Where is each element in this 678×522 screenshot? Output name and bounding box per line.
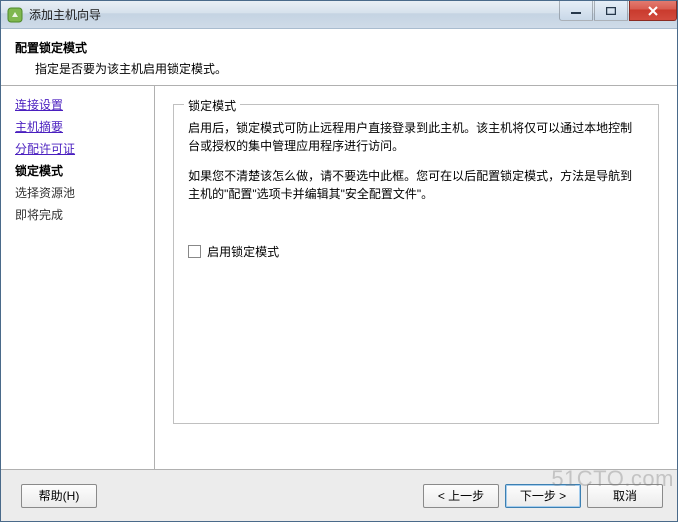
app-icon bbox=[7, 7, 23, 23]
back-button[interactable]: < 上一步 bbox=[423, 484, 499, 508]
wizard-steps-sidebar: 连接设置 主机摘要 分配许可证 锁定模式 选择资源池 即将完成 bbox=[1, 86, 155, 469]
titlebar: 添加主机向导 bbox=[1, 1, 677, 29]
window-title: 添加主机向导 bbox=[29, 6, 101, 23]
wizard-window: 添加主机向导 配置锁定模式 指定是否要为该主机启用锁定模式。 连接设置 主机摘要… bbox=[0, 0, 678, 522]
wizard-header: 配置锁定模式 指定是否要为该主机启用锁定模式。 bbox=[1, 29, 677, 86]
sidebar-step-label: 选择资源池 bbox=[15, 186, 75, 200]
window-controls bbox=[559, 1, 677, 28]
sidebar-step-license[interactable]: 分配许可证 bbox=[15, 140, 144, 158]
groupbox-legend: 锁定模式 bbox=[184, 97, 240, 114]
enable-lockdown-row[interactable]: 启用锁定模式 bbox=[188, 243, 644, 260]
wizard-footer: 帮助(H) < 上一步 下一步 > 取消 bbox=[1, 469, 677, 521]
wizard-body: 连接设置 主机摘要 分配许可证 锁定模式 选择资源池 即将完成 锁定模式 启用后… bbox=[1, 86, 677, 469]
help-button-label: 帮助(H) bbox=[39, 487, 80, 504]
sidebar-step-summary[interactable]: 主机摘要 bbox=[15, 118, 144, 136]
sidebar-step-link[interactable]: 连接设置 bbox=[15, 98, 63, 112]
minimize-icon bbox=[571, 7, 581, 15]
back-button-label: < 上一步 bbox=[438, 487, 484, 504]
sidebar-step-link[interactable]: 分配许可证 bbox=[15, 142, 75, 156]
lockdown-groupbox: 锁定模式 启用后，锁定模式可防止远程用户直接登录到此主机。该主机将仅可以通过本地… bbox=[173, 104, 659, 424]
sidebar-step-label: 即将完成 bbox=[15, 208, 63, 222]
sidebar-step-connection[interactable]: 连接设置 bbox=[15, 96, 144, 114]
sidebar-step-link[interactable]: 主机摘要 bbox=[15, 120, 63, 134]
close-icon bbox=[647, 6, 659, 16]
sidebar-step-label: 锁定模式 bbox=[15, 164, 63, 178]
page-title: 配置锁定模式 bbox=[15, 39, 663, 56]
minimize-button[interactable] bbox=[559, 1, 593, 21]
lockdown-description-1: 启用后，锁定模式可防止远程用户直接登录到此主机。该主机将仅可以通过本地控制台或授… bbox=[188, 119, 644, 155]
cancel-button[interactable]: 取消 bbox=[587, 484, 663, 508]
next-button-label: 下一步 > bbox=[520, 487, 566, 504]
enable-lockdown-label: 启用锁定模式 bbox=[207, 243, 279, 260]
sidebar-step-finish: 即将完成 bbox=[15, 206, 144, 224]
wizard-content: 锁定模式 启用后，锁定模式可防止远程用户直接登录到此主机。该主机将仅可以通过本地… bbox=[155, 86, 677, 469]
sidebar-step-resourcepool: 选择资源池 bbox=[15, 184, 144, 202]
maximize-icon bbox=[606, 7, 616, 15]
lockdown-description-2: 如果您不清楚该怎么做，请不要选中此框。您可在以后配置锁定模式，方法是导航到主机的… bbox=[188, 167, 644, 203]
maximize-button[interactable] bbox=[594, 1, 628, 21]
sidebar-step-lockdown: 锁定模式 bbox=[15, 162, 144, 180]
close-button[interactable] bbox=[629, 1, 677, 21]
enable-lockdown-checkbox[interactable] bbox=[188, 245, 201, 258]
help-button[interactable]: 帮助(H) bbox=[21, 484, 97, 508]
cancel-button-label: 取消 bbox=[613, 487, 637, 504]
page-subtitle: 指定是否要为该主机启用锁定模式。 bbox=[15, 60, 663, 77]
next-button[interactable]: 下一步 > bbox=[505, 484, 581, 508]
